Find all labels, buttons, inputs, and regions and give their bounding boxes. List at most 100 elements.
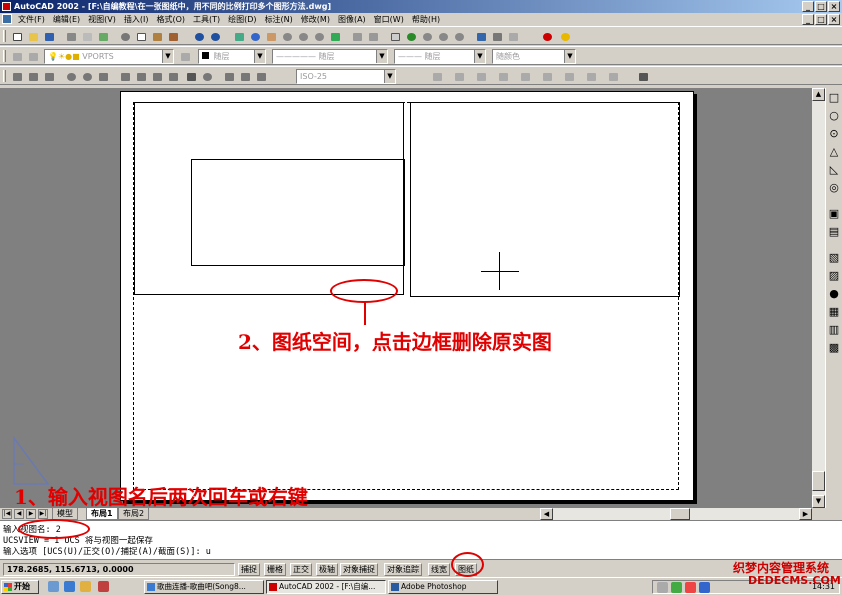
section-icon[interactable]: ▨ — [827, 269, 841, 283]
start-button[interactable]: 开始 — [1, 580, 39, 594]
design-center-icon[interactable] — [474, 30, 488, 43]
menu-help[interactable]: 帮助(H) — [408, 13, 444, 26]
osnap-toggle[interactable]: 对象捕捉 — [340, 563, 378, 576]
doc-minimize-button[interactable]: _ — [802, 14, 814, 25]
minimize-button[interactable]: _ — [802, 1, 814, 12]
first-tab-button[interactable]: |◀ — [2, 509, 12, 519]
make-object-layer-current-icon[interactable] — [26, 50, 40, 63]
redo-icon[interactable] — [208, 30, 222, 43]
dimension-text-edit-icon[interactable] — [238, 70, 252, 83]
menu-edit[interactable]: 编辑(E) — [49, 13, 84, 26]
layer-dropdown[interactable]: 💡☀●■ VPORTS ▼ — [44, 49, 174, 64]
ordinate-dimension-icon[interactable] — [42, 70, 56, 83]
slice-icon[interactable]: ▧ — [827, 251, 841, 265]
cylinder-icon[interactable]: ⊙ — [827, 127, 841, 141]
horizontal-scrollbar[interactable]: ◀ ▶ — [540, 508, 812, 520]
doc-restore-button[interactable]: □ — [815, 14, 827, 25]
scroll-left-button[interactable]: ◀ — [540, 508, 553, 520]
help-icon[interactable] — [540, 30, 554, 43]
continue-dimension-icon[interactable] — [150, 70, 164, 83]
lineweight-toggle[interactable]: 线宽 — [428, 563, 450, 576]
tray-app-icon[interactable] — [699, 582, 710, 593]
view-se-iso-icon[interactable] — [584, 70, 598, 83]
viewport-left[interactable] — [134, 102, 405, 295]
view-bottom-icon[interactable] — [518, 70, 532, 83]
match-properties-icon[interactable] — [166, 30, 180, 43]
extrude-icon[interactable]: ▣ — [827, 207, 841, 221]
distance-icon[interactable] — [350, 30, 364, 43]
next-tab-button[interactable]: ▶ — [26, 509, 36, 519]
properties-icon[interactable] — [328, 30, 342, 43]
document-icon[interactable] — [2, 14, 12, 24]
aligned-dimension-icon[interactable] — [26, 70, 40, 83]
wedge-icon[interactable]: ◺ — [827, 163, 841, 177]
zoom-all-icon[interactable] — [452, 30, 466, 43]
scroll-up-button[interactable]: ▲ — [812, 88, 825, 101]
zoom-out-icon[interactable] — [436, 30, 450, 43]
network-icon[interactable] — [671, 582, 682, 593]
zoom-in-icon[interactable] — [420, 30, 434, 43]
quick-leader-icon[interactable] — [166, 70, 180, 83]
chevron-down-icon[interactable]: ▼ — [384, 70, 395, 83]
quick-dimension-icon[interactable] — [118, 70, 132, 83]
grid-toggle[interactable]: 栅格 — [264, 563, 286, 576]
drawn-rectangle[interactable] — [191, 159, 405, 266]
tool-palette-icon[interactable] — [490, 30, 504, 43]
toolbar-grip[interactable] — [3, 30, 6, 42]
setup-profile-icon[interactable]: ▩ — [827, 341, 841, 355]
print-icon[interactable] — [64, 30, 78, 43]
zoom-previous-icon[interactable] — [312, 30, 326, 43]
chevron-down-icon[interactable]: ▼ — [564, 50, 575, 63]
menu-insert[interactable]: 插入(I) — [120, 13, 153, 26]
copy-icon[interactable] — [134, 30, 148, 43]
today-icon[interactable] — [248, 30, 262, 43]
layer-manager-icon[interactable] — [10, 50, 24, 63]
command-window[interactable]: 输入视图名: 2 UCSVIEW = 1 UCS 将与视图一起保存 输入选项 [… — [0, 520, 842, 560]
tolerance-icon[interactable] — [184, 70, 198, 83]
torus-icon[interactable]: ◎ — [827, 181, 841, 195]
sparkle-icon[interactable] — [558, 30, 572, 43]
scroll-right-button[interactable]: ▶ — [799, 508, 812, 520]
camera-icon[interactable] — [636, 70, 650, 83]
tab-layout1[interactable]: 布局1 — [86, 508, 118, 520]
internet-explorer-icon[interactable] — [64, 581, 75, 592]
dimstyle-dropdown[interactable]: ISO-25 ▼ — [296, 69, 396, 84]
chevron-down-icon[interactable]: ▼ — [162, 50, 173, 63]
maximize-button[interactable]: □ — [815, 1, 827, 12]
cone-icon[interactable]: △ — [827, 145, 841, 159]
open-folder-icon[interactable] — [26, 30, 40, 43]
lineweight-dropdown[interactable]: ——— 随层 ▼ — [394, 49, 486, 64]
menu-window[interactable]: 窗口(W) — [370, 13, 408, 26]
radius-dimension-icon[interactable] — [64, 70, 78, 83]
cut-icon[interactable] — [118, 30, 132, 43]
setup-drawing-icon[interactable]: ▦ — [827, 305, 841, 319]
undo-icon[interactable] — [192, 30, 206, 43]
dimension-edit-icon[interactable] — [222, 70, 236, 83]
paste-icon[interactable] — [150, 30, 164, 43]
viewport-right[interactable] — [410, 102, 680, 297]
ucs-icon-button[interactable] — [366, 30, 380, 43]
square-icon[interactable]: □ — [827, 91, 841, 105]
plotstyle-dropdown[interactable]: 随颜色 ▼ — [492, 49, 576, 64]
scroll-thumb-horizontal[interactable] — [670, 508, 690, 520]
interference-icon[interactable]: ● — [827, 287, 841, 301]
circle-icon[interactable]: ○ — [827, 109, 841, 123]
vertical-scrollbar[interactable]: ▲ ▼ — [812, 88, 825, 508]
otrack-toggle[interactable]: 对象追踪 — [384, 563, 422, 576]
menu-modify[interactable]: 修改(M) — [297, 13, 334, 26]
view-back-icon[interactable] — [540, 70, 554, 83]
volume-icon[interactable] — [657, 582, 668, 593]
antivirus-icon[interactable] — [685, 582, 696, 593]
view-sw-iso-icon[interactable] — [562, 70, 576, 83]
toolbar-grip[interactable] — [3, 70, 6, 82]
doc-close-button[interactable]: × — [828, 14, 840, 25]
scroll-down-button[interactable]: ▼ — [812, 495, 825, 508]
autocad-app-icon[interactable] — [2, 2, 11, 11]
3d-orbit-icon[interactable] — [404, 30, 418, 43]
outlook-icon[interactable] — [80, 581, 91, 592]
menu-draw[interactable]: 绘图(D) — [224, 13, 260, 26]
prev-tab-button[interactable]: ◀ — [14, 509, 24, 519]
polar-toggle[interactable]: 极轴 — [316, 563, 338, 576]
view-top-icon[interactable] — [430, 70, 444, 83]
setup-view-icon[interactable]: ▥ — [827, 323, 841, 337]
